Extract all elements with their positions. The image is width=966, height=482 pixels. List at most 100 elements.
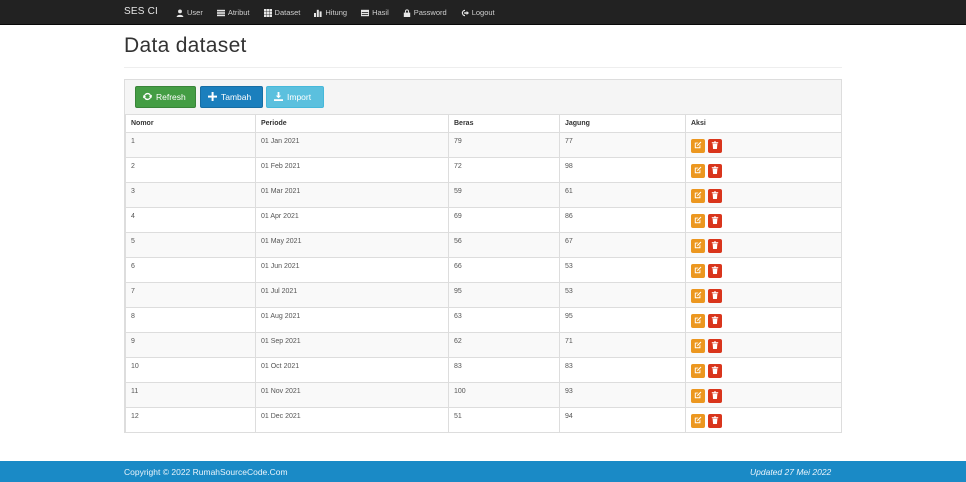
nav-item-atribut[interactable]: Atribut [216, 8, 250, 17]
cell-periode: 01 Oct 2021 [255, 357, 449, 383]
cell-beras: 63 [448, 307, 560, 333]
dataset-table: Nomor Periode Beras Jagung Aksi 1 01 Jan … [125, 114, 842, 433]
delete-button[interactable] [708, 364, 722, 378]
trash-icon [711, 216, 719, 226]
edit-button[interactable] [691, 239, 705, 253]
cell-jagung: 98 [559, 157, 686, 183]
cell-beras: 83 [448, 357, 560, 383]
nav-item-hasil[interactable]: Hasil [361, 8, 389, 17]
table-row: 12 01 Dec 2021 51 94 [125, 407, 842, 433]
row-actions [691, 138, 836, 153]
header-beras: Beras [448, 114, 560, 133]
cell-aksi [685, 357, 842, 383]
tambah-button[interactable]: Tambah [200, 86, 263, 108]
edit-button[interactable] [691, 214, 705, 228]
page-title: Data dataset [124, 34, 247, 57]
cell-periode: 01 Sep 2021 [255, 332, 449, 358]
cell-periode: 01 Jul 2021 [255, 282, 449, 308]
table-body: 1 01 Jan 2021 79 77 2 01 Feb 2021 72 98 3 01 Mar … [125, 132, 842, 433]
row-actions [691, 313, 836, 328]
table-row: 7 01 Jul 2021 95 53 [125, 282, 842, 308]
nav-item-dataset[interactable]: Dataset [263, 8, 300, 17]
edit-button[interactable] [691, 314, 705, 328]
edit-button[interactable] [691, 414, 705, 428]
trash-icon [711, 341, 719, 351]
edit-icon [694, 291, 702, 301]
edit-button[interactable] [691, 164, 705, 178]
nav-item-user[interactable]: User [176, 8, 203, 17]
trash-icon [711, 291, 719, 301]
delete-button[interactable] [708, 264, 722, 278]
nav-item-label: Hitung [325, 8, 348, 17]
cell-aksi [685, 157, 842, 183]
delete-button[interactable] [708, 314, 722, 328]
cell-nomor: 2 [125, 157, 256, 183]
delete-button[interactable] [708, 239, 722, 253]
cell-aksi [685, 282, 842, 308]
cell-nomor: 5 [125, 232, 256, 258]
grid-icon [263, 8, 272, 17]
refresh-button[interactable]: Refresh [135, 86, 196, 108]
edit-button[interactable] [691, 364, 705, 378]
cell-beras: 51 [448, 407, 560, 433]
edit-icon [694, 166, 702, 176]
edit-button[interactable] [691, 139, 705, 153]
refresh-label: Refresh [156, 92, 186, 102]
top-navbar: SES CI User Atribut Dataset Hitung Hasil… [0, 0, 966, 25]
trash-icon [711, 191, 719, 201]
row-actions [691, 363, 836, 378]
delete-button[interactable] [708, 189, 722, 203]
nav-item-label: Logout [471, 8, 495, 17]
cell-nomor: 3 [125, 182, 256, 208]
trash-icon [711, 416, 719, 426]
panel-toolbar: Refresh Tambah Import [125, 80, 841, 115]
delete-button[interactable] [708, 214, 722, 228]
cell-beras: 56 [448, 232, 560, 258]
edit-icon [694, 141, 702, 151]
row-actions [691, 213, 836, 228]
bar-chart-icon [314, 9, 322, 17]
lock-icon [403, 8, 411, 17]
nav-item-password[interactable]: Password [403, 8, 447, 17]
edit-button[interactable] [691, 189, 705, 203]
nav-item-hitung[interactable]: Hitung [314, 8, 347, 17]
cell-periode: 01 Mar 2021 [255, 182, 449, 208]
cell-jagung: 53 [559, 282, 686, 308]
header-periode: Periode [255, 114, 449, 133]
cell-jagung: 94 [559, 407, 686, 433]
edit-button[interactable] [691, 389, 705, 403]
cell-beras: 100 [448, 382, 560, 408]
footer: Copyright © 2022 RumahSourceCode.Com Upd… [0, 461, 966, 482]
cell-beras: 66 [448, 257, 560, 283]
trash-icon [711, 266, 719, 276]
cell-jagung: 77 [559, 132, 686, 158]
cell-beras: 69 [448, 207, 560, 233]
trash-icon [711, 366, 719, 376]
table-row: 5 01 May 2021 56 67 [125, 232, 842, 258]
table-row: 3 01 Mar 2021 59 61 [125, 182, 842, 208]
table-icon [361, 9, 370, 17]
edit-icon [694, 241, 702, 251]
delete-button[interactable] [708, 289, 722, 303]
edit-button[interactable] [691, 289, 705, 303]
edit-button[interactable] [691, 339, 705, 353]
cell-aksi [685, 382, 842, 408]
nav-item-logout[interactable]: Logout [461, 8, 495, 17]
delete-button[interactable] [708, 414, 722, 428]
row-actions [691, 338, 836, 353]
delete-button[interactable] [708, 139, 722, 153]
cell-nomor: 1 [125, 132, 256, 158]
cell-periode: 01 Apr 2021 [255, 207, 449, 233]
brand-link[interactable]: SES CI [124, 6, 158, 17]
cell-aksi [685, 132, 842, 158]
delete-button[interactable] [708, 164, 722, 178]
table-row: 8 01 Aug 2021 63 95 [125, 307, 842, 333]
cell-jagung: 71 [559, 332, 686, 358]
refresh-icon [143, 92, 152, 103]
footer-copyright: Copyright © 2022 RumahSourceCode.Com [124, 467, 288, 477]
delete-button[interactable] [708, 339, 722, 353]
delete-button[interactable] [708, 389, 722, 403]
import-button[interactable]: Import [266, 86, 324, 108]
cell-periode: 01 Jun 2021 [255, 257, 449, 283]
edit-button[interactable] [691, 264, 705, 278]
